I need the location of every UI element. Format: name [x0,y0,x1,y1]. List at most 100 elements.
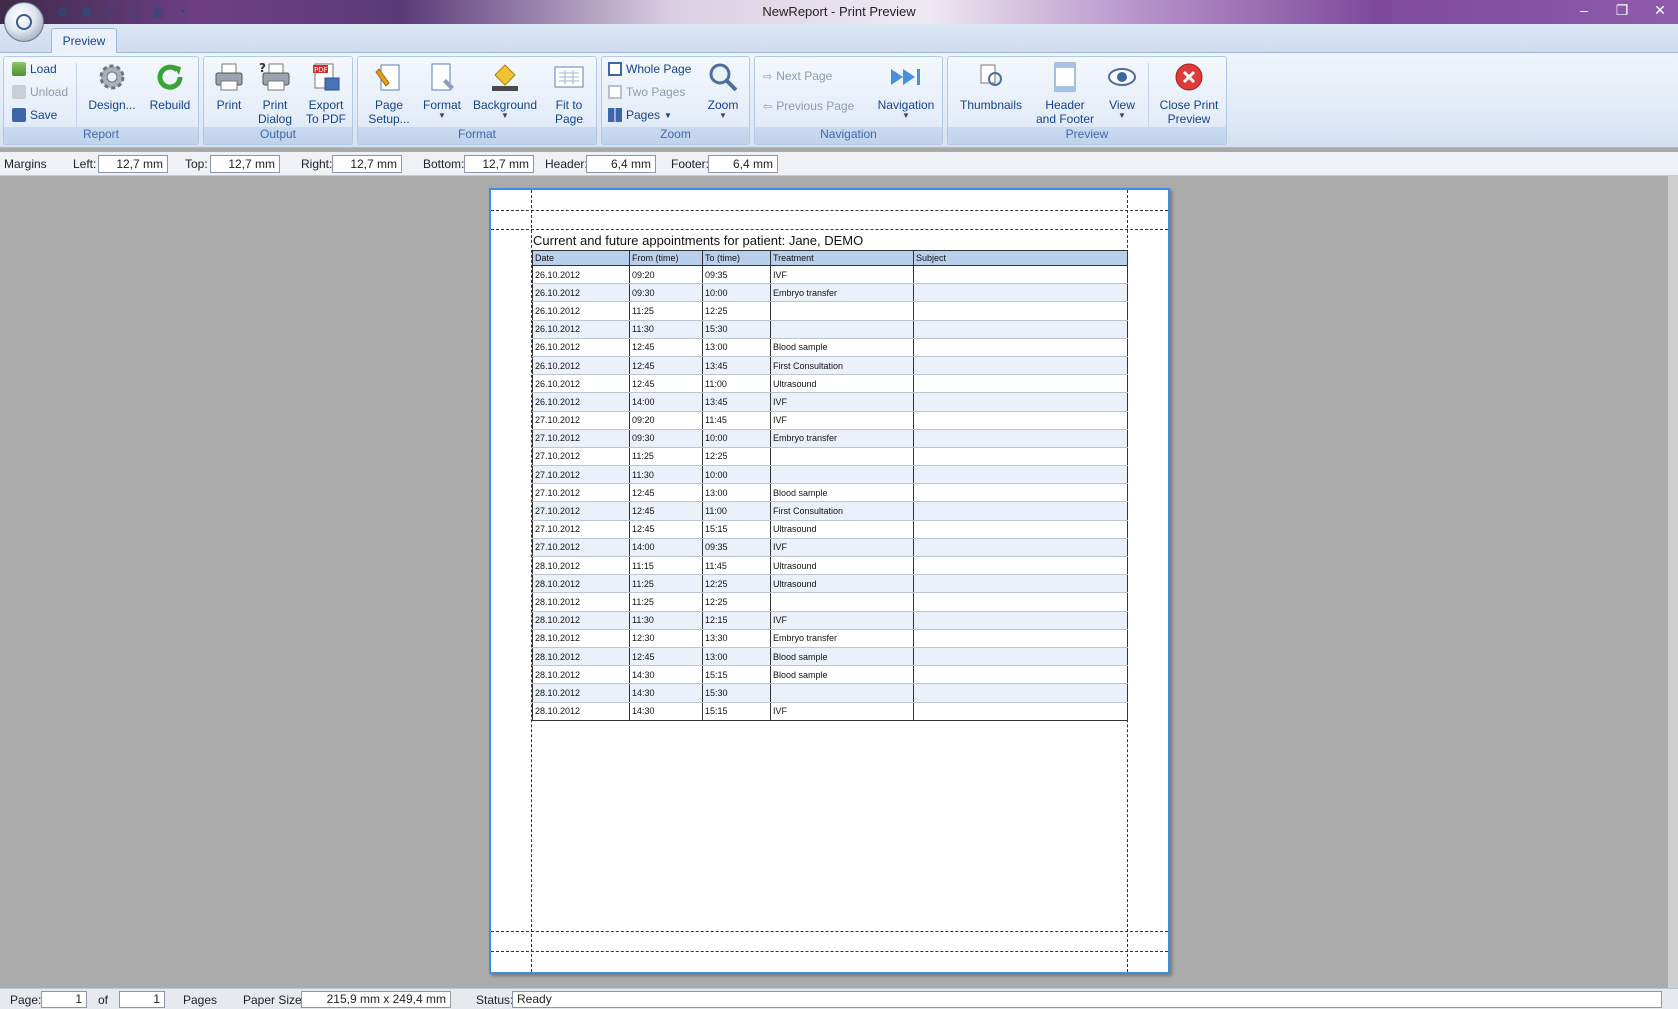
date-cell: 28.10.2012 [532,556,630,576]
treatment-cell: Embryo transfer [770,629,914,648]
from-time-cell: 12:45 [629,520,703,539]
ribbon: Load Unload Save Design... Rebuild Repor… [0,53,1678,148]
subject-cell [913,465,1128,485]
to-time-cell: 11:45 [702,556,771,576]
page-setup-button[interactable]: Page Setup... [364,60,414,126]
table-row: 28.10.2012 11:25 12:25 Ultrasound [532,574,1128,594]
whole-page-button[interactable]: Whole Page [608,62,691,76]
table-row: 28.10.2012 14:30 15:15 IVF [532,702,1128,721]
two-pages-button[interactable]: Two Pages [608,85,685,99]
treatment-cell: IVF [770,611,914,630]
save-button[interactable]: Save [12,108,57,122]
gear-icon[interactable]: ⚙ [54,3,72,20]
date-cell: 28.10.2012 [532,683,630,703]
page-pencil-icon [425,60,459,94]
treatment-cell: Blood sample [770,647,914,667]
close-window-button[interactable]: ✕ [1648,0,1672,20]
subject-cell [913,665,1128,685]
zoom-button[interactable]: Zoom ▼ [700,60,746,120]
treatment-cell: IVF [770,411,914,430]
column-header-subject: Subject [913,250,1128,266]
group-report: Load Unload Save Design... Rebuild Repor… [3,56,199,145]
print-dialog-button[interactable]: ? Print Dialog [252,60,298,126]
background-button[interactable]: Background ▼ [470,60,540,120]
treatment-cell: First Consultation [770,356,914,376]
minimize-button[interactable]: – [1572,0,1596,20]
to-time-cell: 13:45 [702,392,771,412]
to-time-cell: 12:25 [702,301,771,321]
group-label-zoom: Zoom [602,127,749,144]
printer-icon [212,60,246,94]
subject-cell [913,611,1128,630]
chevron-down-icon: ▼ [501,111,509,120]
footer-margin-field[interactable]: 6,4 mm [708,155,778,173]
vertical-scrollbar[interactable] [1668,176,1678,988]
to-time-cell: 11:45 [702,411,771,430]
right-margin-field[interactable]: 12,7 mm [332,155,402,173]
thumbnails-icon [974,60,1008,94]
format-button[interactable]: Format ▼ [418,60,466,120]
print-button[interactable]: Print [208,60,250,112]
current-page-field[interactable]: 1 [41,991,87,1008]
to-time-cell: 11:00 [702,374,771,394]
save-icon[interactable]: ▤ [102,3,120,20]
top-margin-label: Top: [185,157,208,171]
refresh-icon [153,60,187,94]
application-menu-button[interactable] [4,2,44,42]
treatment-cell: IVF [770,265,914,285]
table-row: 26.10.2012 09:20 09:35 IVF [532,265,1128,285]
group-format: Page Setup... Format ▼ Background ▼ Fit … [357,56,597,145]
treatment-cell [770,683,914,703]
to-time-cell: 09:35 [702,538,771,558]
pages-dropdown[interactable]: Pages ▼ [608,108,672,122]
from-time-cell: 12:45 [629,483,703,503]
to-time-cell: 10:00 [702,429,771,448]
close-print-preview-button[interactable]: Close Print Preview [1154,60,1224,126]
navigation-button[interactable]: Navigation ▼ [871,60,941,120]
group-label-output: Output [204,127,352,144]
treatment-cell: Embryo transfer [770,429,914,448]
bottom-margin-field[interactable]: 12,7 mm [464,155,534,173]
export-pdf-button[interactable]: PDF Export To PDF [302,60,350,126]
rebuild-button[interactable]: Rebuild [144,60,196,112]
table-row: 26.10.2012 12:45 13:45 First Consultation [532,356,1128,376]
subject-cell [913,520,1128,539]
subject-cell [913,683,1128,703]
export-pdf-icon[interactable]: ▥ [150,3,168,20]
previous-page-button[interactable]: ⇦ Previous Page [763,99,854,113]
group-label-navigation: Navigation [755,127,942,144]
treatment-cell [770,320,914,339]
design-button[interactable]: Design... [84,60,140,112]
thumbnails-button[interactable]: Thumbnails [956,60,1026,112]
date-cell: 28.10.2012 [532,629,630,648]
date-cell: 26.10.2012 [532,356,630,376]
load-button[interactable]: Load [12,62,57,76]
from-time-cell: 11:30 [629,320,703,339]
table-row: 27.10.2012 11:30 10:00 [532,465,1128,485]
header-margin-field[interactable]: 6,4 mm [586,155,656,173]
tab-preview[interactable]: Preview [51,28,117,54]
header-footer-button[interactable]: Header and Footer [1032,60,1098,126]
maximize-button[interactable]: ❐ [1610,0,1634,20]
chevron-down-icon[interactable]: ▾ [174,3,192,20]
print-icon[interactable]: ⎙ [126,3,144,20]
total-pages-field: 1 [119,991,165,1008]
separator [76,63,77,127]
to-time-cell: 13:00 [702,483,771,503]
table-row: 27.10.2012 09:30 10:00 Embryo transfer [532,429,1128,448]
treatment-cell: IVF [770,538,914,558]
date-cell: 26.10.2012 [532,338,630,357]
two-pages-icon [608,85,622,99]
view-button[interactable]: View ▼ [1102,60,1142,120]
top-margin-field[interactable]: 12,7 mm [210,155,280,173]
load-icon[interactable]: ▣ [78,3,96,20]
fit-to-page-button[interactable]: Fit to Page [544,60,594,126]
unload-button[interactable]: Unload [12,85,68,99]
appointments-table: Date From (time) To (time) Treatment Sub… [532,250,1128,721]
chevron-down-icon: ▼ [719,111,727,120]
load-icon [12,62,26,76]
left-margin-field[interactable]: 12,7 mm [98,155,168,173]
subject-cell [913,374,1128,394]
next-page-button[interactable]: ⇨ Next Page [763,69,832,83]
title-bar: NewReport - Print Preview ⚙ ▣ ▤ ⎙ ▥ ▾ – … [0,0,1678,24]
